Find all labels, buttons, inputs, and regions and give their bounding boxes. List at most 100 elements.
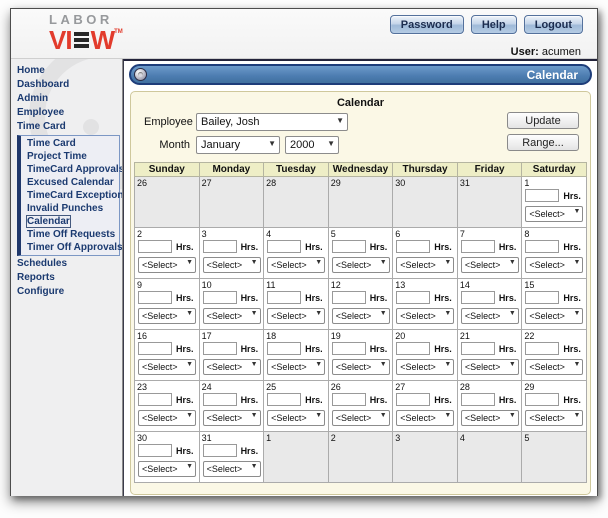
type-select[interactable]: <Select> bbox=[138, 359, 196, 375]
sidebar-item-label: TimeCard Exceptions bbox=[27, 190, 123, 201]
sidebar-item-excused-calendar[interactable]: Excused Calendar bbox=[25, 176, 119, 189]
hours-input[interactable] bbox=[525, 240, 560, 253]
hours-input[interactable] bbox=[267, 291, 302, 304]
hours-input[interactable] bbox=[396, 342, 431, 355]
type-select[interactable]: <Select> bbox=[138, 308, 196, 324]
hrs-label: Hrs. bbox=[434, 241, 452, 252]
type-select[interactable]: <Select> bbox=[267, 410, 326, 426]
sidebar-item-timecard-approvals[interactable]: TimeCard Approvals bbox=[25, 163, 122, 176]
hours-input[interactable] bbox=[331, 393, 366, 406]
hrs-label: Hrs. bbox=[563, 394, 581, 405]
sidebar-item-time-off-requests[interactable]: Time Off Requests bbox=[25, 228, 119, 241]
employee-select[interactable]: Bailey, Josh bbox=[196, 113, 348, 131]
nav-list: Home Dashboard Admin Employee Time Card Time … bbox=[11, 59, 122, 299]
type-select[interactable]: <Select> bbox=[460, 257, 519, 273]
hours-input[interactable] bbox=[460, 393, 495, 406]
hours-input[interactable] bbox=[267, 240, 302, 253]
type-select[interactable]: <Select> bbox=[331, 257, 390, 273]
sidebar-item-timer-off-approvals[interactable]: Timer Off Approvals bbox=[25, 241, 122, 254]
type-select[interactable]: <Select> bbox=[525, 410, 584, 426]
hours-input[interactable] bbox=[138, 291, 172, 304]
sidebar-item-admin[interactable]: Admin bbox=[15, 92, 122, 106]
type-select[interactable]: <Select> bbox=[202, 257, 261, 273]
type-select[interactable]: <Select> bbox=[460, 359, 519, 375]
type-select[interactable]: <Select> bbox=[267, 359, 326, 375]
type-select[interactable]: <Select> bbox=[202, 410, 261, 426]
password-button[interactable]: Password bbox=[389, 15, 464, 34]
sidebar-item-home[interactable]: Home bbox=[15, 64, 122, 78]
sidebar-item-dashboard[interactable]: Dashboard bbox=[15, 78, 122, 92]
range-button[interactable]: Range... bbox=[507, 134, 579, 151]
type-select[interactable]: <Select> bbox=[525, 308, 584, 324]
type-select[interactable]: <Select> bbox=[267, 308, 326, 324]
hours-input[interactable] bbox=[331, 240, 366, 253]
update-button[interactable]: Update bbox=[507, 112, 579, 129]
help-button[interactable]: Help bbox=[470, 15, 517, 34]
hours-input[interactable] bbox=[267, 342, 302, 355]
type-select[interactable]: <Select> bbox=[331, 410, 390, 426]
sidebar-item-invalid-punches[interactable]: Invalid Punches bbox=[25, 202, 119, 215]
sidebar-item-configure[interactable]: Configure bbox=[15, 285, 122, 299]
type-select[interactable]: <Select> bbox=[396, 359, 455, 375]
type-select[interactable]: <Select> bbox=[138, 257, 196, 273]
type-select[interactable]: <Select> bbox=[460, 410, 519, 426]
type-select[interactable]: <Select> bbox=[202, 308, 261, 324]
hours-input[interactable] bbox=[331, 291, 366, 304]
sidebar-item-time-card[interactable]: Time Card bbox=[15, 120, 122, 134]
hours-input[interactable] bbox=[202, 342, 237, 355]
type-select[interactable]: <Select> bbox=[267, 257, 326, 273]
calendar-cell-19: 19 Hrs. <Select> bbox=[327, 329, 394, 381]
type-select[interactable]: <Select> bbox=[202, 461, 261, 477]
hours-input[interactable] bbox=[202, 393, 237, 406]
type-select[interactable]: <Select> bbox=[460, 308, 519, 324]
hours-input[interactable] bbox=[396, 240, 431, 253]
type-select[interactable]: <Select> bbox=[525, 257, 584, 273]
hours-input[interactable] bbox=[525, 342, 560, 355]
type-select[interactable]: <Select> bbox=[396, 308, 455, 324]
type-select[interactable]: <Select> bbox=[331, 359, 390, 375]
type-select-wrap: <Select> bbox=[138, 459, 196, 477]
hours-input[interactable] bbox=[202, 240, 237, 253]
sidebar-item-label: Time Off Requests bbox=[27, 229, 116, 240]
calendar-cell-15: 15 Hrs. <Select> bbox=[521, 278, 587, 330]
hours-input[interactable] bbox=[525, 393, 560, 406]
hours-input[interactable] bbox=[202, 291, 237, 304]
type-select[interactable]: <Select> bbox=[138, 461, 196, 477]
type-select[interactable]: <Select> bbox=[202, 359, 261, 375]
hours-input[interactable] bbox=[331, 342, 366, 355]
hours-input[interactable] bbox=[460, 342, 495, 355]
sidebar-item-schedules[interactable]: Schedules bbox=[15, 257, 122, 271]
type-select[interactable]: <Select> bbox=[525, 206, 584, 222]
type-select[interactable]: <Select> bbox=[525, 359, 584, 375]
sidebar-item-timecard-exceptions[interactable]: TimeCard Exceptions bbox=[25, 189, 122, 202]
sidebar-item-reports[interactable]: Reports bbox=[15, 271, 122, 285]
hours-input[interactable] bbox=[460, 291, 495, 304]
hours-input[interactable] bbox=[396, 393, 431, 406]
type-select[interactable]: <Select> bbox=[396, 257, 455, 273]
type-select[interactable]: <Select> bbox=[396, 410, 455, 426]
hours-input[interactable] bbox=[202, 444, 237, 457]
date-label: 27 bbox=[395, 382, 406, 392]
type-select[interactable]: <Select> bbox=[138, 410, 196, 426]
logout-button[interactable]: Logout bbox=[523, 15, 583, 34]
type-select[interactable]: <Select> bbox=[331, 308, 390, 324]
sidebar-item-calendar[interactable]: Calendar bbox=[25, 215, 119, 228]
hours-input[interactable] bbox=[138, 444, 172, 457]
sidebar-item-employee[interactable]: Employee bbox=[15, 106, 122, 120]
hours-input[interactable] bbox=[525, 291, 560, 304]
calendar-cell-12: 12 Hrs. <Select> bbox=[327, 278, 394, 330]
hours-input[interactable] bbox=[525, 189, 560, 202]
hours-input[interactable] bbox=[138, 342, 172, 355]
month-select-wrap: January bbox=[196, 135, 280, 154]
hours-input[interactable] bbox=[460, 240, 495, 253]
year-select[interactable]: 2000 bbox=[285, 136, 339, 154]
employee-select-wrap: Bailey, Josh bbox=[196, 112, 348, 131]
sidebar-item-time-card[interactable]: Time Card bbox=[25, 137, 119, 150]
sidebar-item-project-time[interactable]: Project Time bbox=[25, 150, 119, 163]
month-select[interactable]: January bbox=[196, 136, 280, 154]
hours-input[interactable] bbox=[138, 240, 172, 253]
hours-input[interactable] bbox=[138, 393, 172, 406]
hours-input[interactable] bbox=[267, 393, 302, 406]
hours-input[interactable] bbox=[396, 291, 431, 304]
hrs-label: Hrs. bbox=[240, 292, 259, 303]
